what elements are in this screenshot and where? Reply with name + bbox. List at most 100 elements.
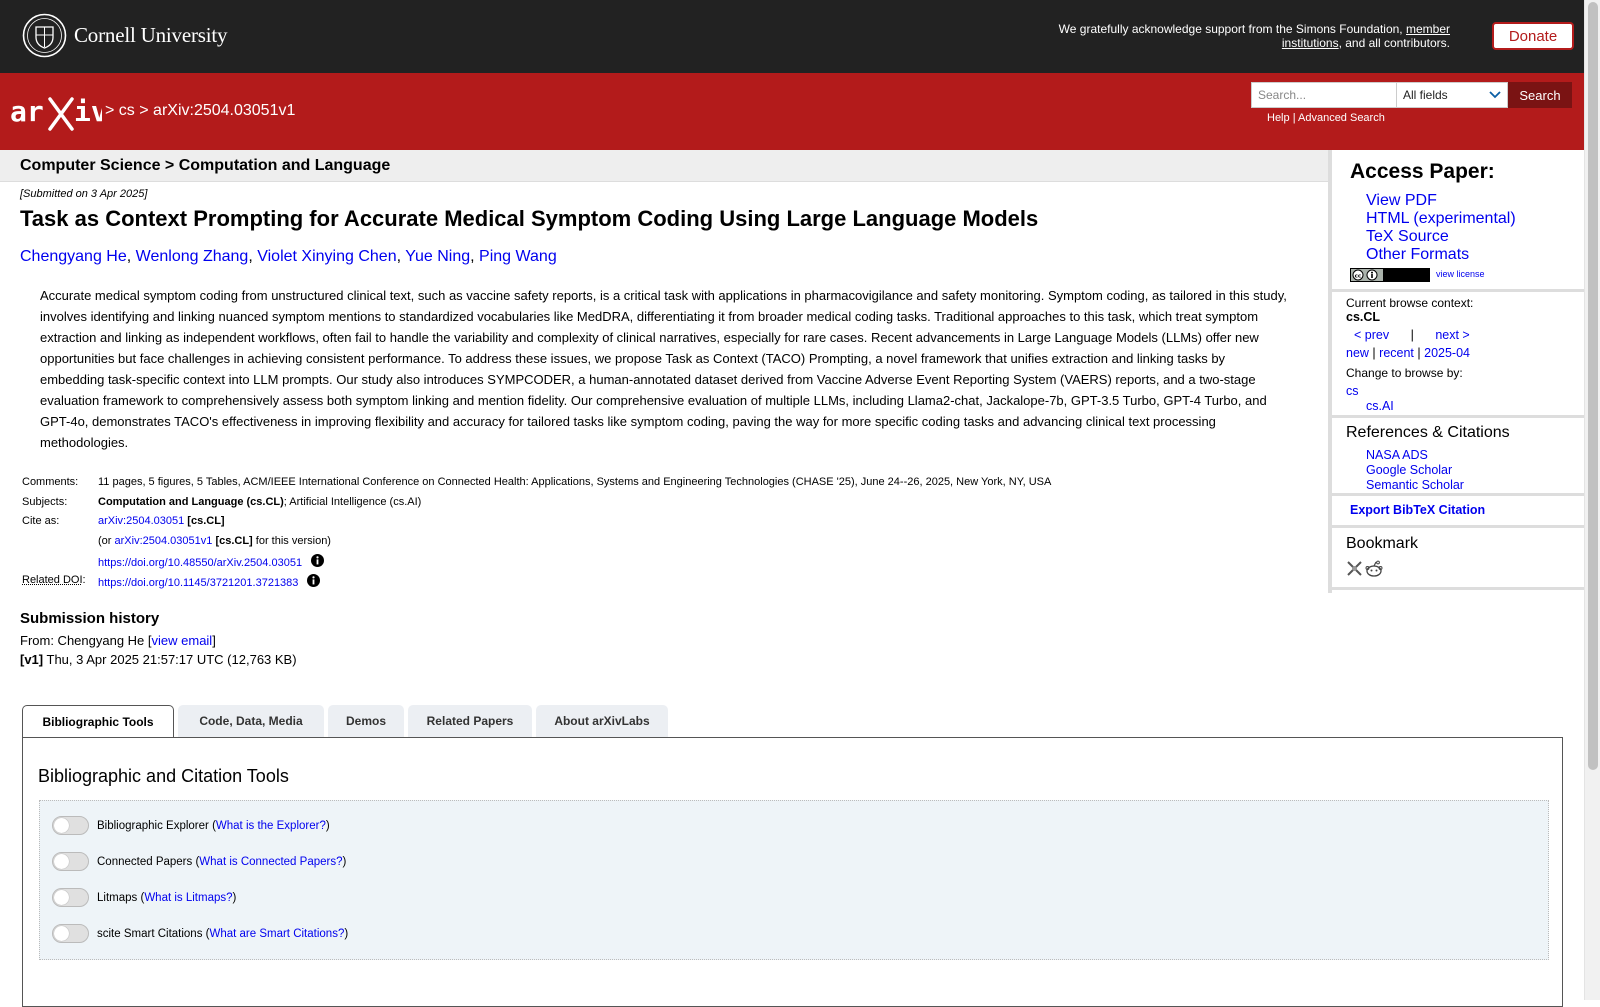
submission-date: [Submitted on 3 Apr 2025] xyxy=(20,188,147,200)
bibsonomy-icon[interactable] xyxy=(1346,560,1363,577)
context-value: cs.CL xyxy=(1346,310,1380,324)
tex-source-link[interactable]: TeX Source xyxy=(1366,228,1449,245)
submission-from: From: Chengyang He [view email] xyxy=(20,633,216,648)
export-bibtex-link[interactable]: Export BibTeX Citation xyxy=(1350,503,1485,517)
tool-connected-papers: Connected Papers (What is Connected Pape… xyxy=(52,852,346,871)
primary-subject: Computation and Language (cs.CL) xyxy=(98,496,284,508)
author-link[interactable]: Ping Wang xyxy=(479,248,557,265)
bibliographic-tools-panel: Bibliographic and Citation Tools Bibliog… xyxy=(22,737,1563,1007)
version-label: [v1] xyxy=(20,652,43,667)
version-details: Thu, 3 Apr 2025 21:57:17 UTC (12,763 KB) xyxy=(47,652,297,667)
tab-code-data-media[interactable]: Code, Data, Media xyxy=(178,705,324,737)
donate-button[interactable]: Donate xyxy=(1492,22,1574,50)
scite-toggle[interactable] xyxy=(52,924,89,943)
tool-bibliographic-explorer: Bibliographic Explorer (What is the Expl… xyxy=(52,816,330,835)
breadcrumb-cs-link[interactable]: cs xyxy=(119,102,135,119)
right-sidebar: Access Paper: View PDF HTML (experimenta… xyxy=(1328,150,1584,593)
related-doi-link[interactable]: https://doi.org/10.1145/3721201.3721383 xyxy=(98,577,298,589)
bibliographic-explorer-toggle[interactable] xyxy=(52,816,89,835)
author-link[interactable]: Chengyang He xyxy=(20,248,127,265)
tool-scite-smart-citations: scite Smart Citations (What are Smart Ci… xyxy=(52,924,348,943)
info-icon[interactable] xyxy=(311,554,324,567)
svg-text:cc: cc xyxy=(1355,273,1362,279)
arxiv-logo-icon[interactable]: ar iv xyxy=(10,93,102,133)
svg-text:iv: iv xyxy=(74,95,102,128)
cornell-seal-icon xyxy=(22,13,67,58)
page-scrollbar[interactable] xyxy=(1584,0,1600,1000)
cite-version-row: (or arXiv:2504.03051v1 [cs.CL] for this … xyxy=(20,535,1053,555)
view-email-link[interactable]: view email xyxy=(152,633,213,648)
next-link[interactable]: next > xyxy=(1435,328,1469,342)
help-link[interactable]: Help xyxy=(1267,112,1290,124)
info-icon[interactable] xyxy=(307,574,320,587)
related-doi-label: Related DOI xyxy=(22,574,83,586)
subjects-label: Subjects: xyxy=(20,496,96,516)
litmaps-toggle[interactable] xyxy=(52,888,89,907)
arxiv-header: ar iv > cs > arXiv:2504.03051v1 All fiel… xyxy=(0,73,1584,150)
access-paper-title: Access Paper: xyxy=(1350,160,1495,184)
panel-title: Bibliographic and Citation Tools xyxy=(38,766,289,787)
other-formats-link[interactable]: Other Formats xyxy=(1366,246,1469,263)
metadata-table: Comments: 11 pages, 5 figures, 5 Tables,… xyxy=(20,476,1053,593)
what-is-explorer-link[interactable]: What is the Explorer? xyxy=(216,820,326,832)
scrollbar-thumb[interactable] xyxy=(1588,2,1598,770)
access-links: View PDF HTML (experimental) TeX Source … xyxy=(1366,192,1516,264)
browse-cs-link[interactable]: cs xyxy=(1346,384,1359,398)
author-link[interactable]: Wenlong Zhang xyxy=(136,248,249,265)
recent-link[interactable]: recent xyxy=(1379,346,1414,360)
author-link[interactable]: Yue Ning xyxy=(405,248,470,265)
references-links: NASA ADS Google Scholar Semantic Scholar xyxy=(1366,448,1464,493)
tab-about-arxivlabs[interactable]: About arXivLabs xyxy=(536,705,668,737)
browse-context-block: Current browse context: cs.CL < prev | n… xyxy=(1332,292,1584,418)
connected-papers-toggle[interactable] xyxy=(52,852,89,871)
version-v1: [v1] Thu, 3 Apr 2025 21:57:17 UTC (12,76… xyxy=(20,652,297,667)
what-is-connected-papers-link[interactable]: What is Connected Papers? xyxy=(199,856,342,868)
cornell-logo[interactable]: Cornell University xyxy=(22,13,227,58)
what-is-litmaps-link[interactable]: What is Litmaps? xyxy=(144,892,232,904)
view-pdf-link[interactable]: View PDF xyxy=(1366,192,1437,209)
nasa-ads-link[interactable]: NASA ADS xyxy=(1366,448,1428,462)
labs-tabs: Bibliographic Tools Code, Data, Media De… xyxy=(22,705,672,738)
search-input[interactable] xyxy=(1251,82,1396,108)
comments-label: Comments: xyxy=(20,476,96,496)
advanced-search-link[interactable]: Advanced Search xyxy=(1298,112,1385,124)
tab-demos[interactable]: Demos xyxy=(328,705,404,737)
chevron-down-icon xyxy=(1489,91,1501,99)
subject-path: Computer Science > Computation and Langu… xyxy=(20,157,390,175)
context-links: new | recent | 2025-04 xyxy=(1346,346,1470,360)
bookmark-block: Bookmark xyxy=(1332,528,1584,590)
html-experimental-link[interactable]: HTML (experimental) xyxy=(1366,210,1516,227)
tab-bibliographic-tools[interactable]: Bibliographic Tools xyxy=(22,705,174,738)
google-scholar-link[interactable]: Google Scholar xyxy=(1366,463,1452,477)
what-are-smart-citations-link[interactable]: What are Smart Citations? xyxy=(209,928,344,940)
author-list: Chengyang He, Wenlong Zhang, Violet Xiny… xyxy=(20,248,557,266)
cite-row: Cite as: arXiv:2504.03051 [cs.CL] xyxy=(20,515,1053,535)
help-links: Help | Advanced Search xyxy=(1267,112,1385,124)
month-link[interactable]: 2025-04 xyxy=(1424,346,1470,360)
reddit-icon[interactable] xyxy=(1365,560,1383,577)
bookmark-title: Bookmark xyxy=(1346,535,1418,553)
tool-litmaps: Litmaps (What is Litmaps?) xyxy=(52,888,236,907)
change-browse-label: Change to browse by: xyxy=(1346,366,1463,380)
arxiv-doi-link[interactable]: https://doi.org/10.48550/arXiv.2504.0305… xyxy=(98,557,302,569)
context-label: Current browse context: xyxy=(1346,296,1473,310)
references-title: References & Citations xyxy=(1346,424,1510,442)
prev-link[interactable]: < prev xyxy=(1354,328,1389,342)
browse-csai-link[interactable]: cs.AI xyxy=(1366,399,1394,413)
cite-label: Cite as: xyxy=(20,515,96,535)
export-block: Export BibTeX Citation xyxy=(1332,496,1584,528)
bookmark-icons xyxy=(1346,560,1383,577)
new-link[interactable]: new xyxy=(1346,346,1369,360)
search-button[interactable]: Search xyxy=(1508,82,1572,108)
search-field-select[interactable]: All fields xyxy=(1396,82,1508,108)
author-link[interactable]: Violet Xinying Chen xyxy=(257,248,396,265)
cite-version-link[interactable]: arXiv:2504.03051v1 xyxy=(115,535,213,547)
related-doi-row: Related DOI: https://doi.org/10.1145/372… xyxy=(20,574,1053,594)
semantic-scholar-link[interactable]: Semantic Scholar xyxy=(1366,478,1464,492)
cc-by-license-icon[interactable]: cc xyxy=(1350,268,1430,282)
support-acknowledgement: We gratefully acknowledge support from t… xyxy=(1030,22,1450,50)
cite-id-link[interactable]: arXiv:2504.03051 xyxy=(98,515,184,527)
comments-value: 11 pages, 5 figures, 5 Tables, ACM/IEEE … xyxy=(96,476,1053,496)
tab-related-papers[interactable]: Related Papers xyxy=(408,705,532,737)
view-license-link[interactable]: view license xyxy=(1436,269,1485,279)
